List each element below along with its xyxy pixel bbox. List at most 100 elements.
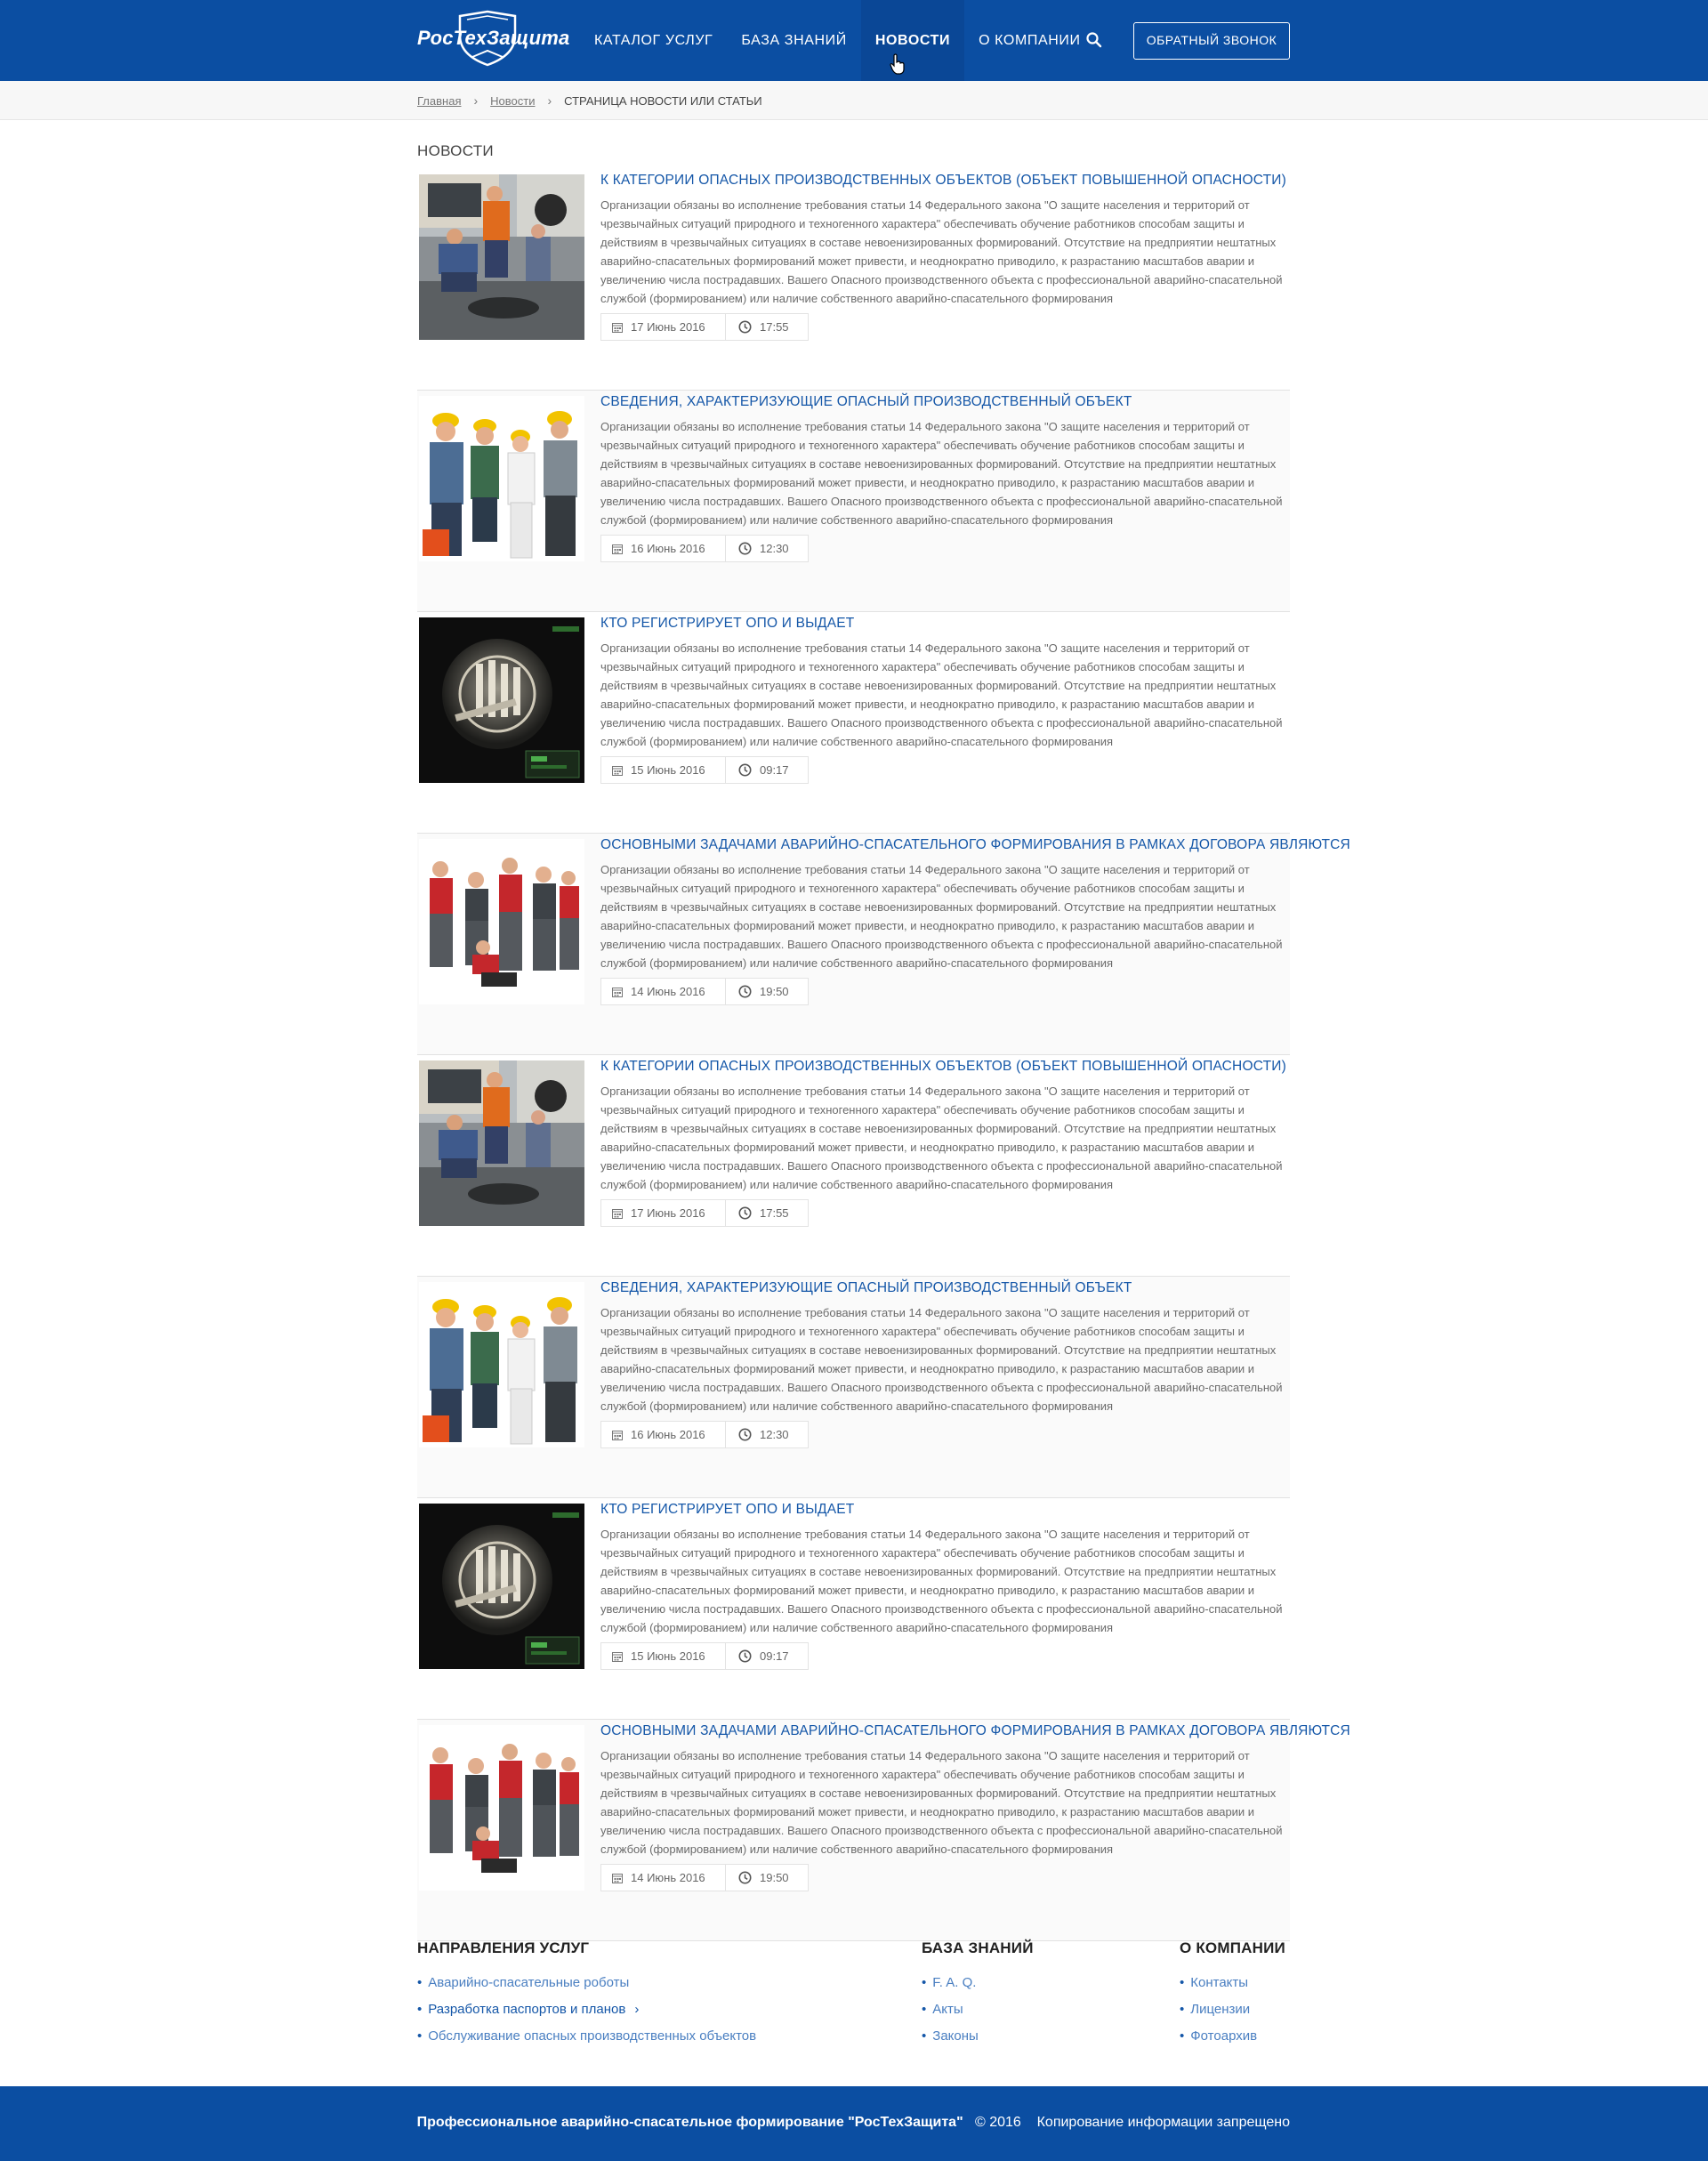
page-title: Новости [417,142,494,159]
calendar-icon [612,322,623,333]
footer-link-label: Аварийно-спасательные роботы [428,1975,630,1990]
news-meta: 16 Июнь 2016 12:30 [600,1421,809,1448]
news-date-box: 15 Июнь 2016 [601,757,726,783]
footer-link-passports[interactable]: • Разработка паспортов и планов › [417,1996,756,2023]
news-thumbnail[interactable] [419,1504,584,1669]
footer-link-licenses[interactable]: • Лицензии [1180,1996,1285,2023]
footer-link-laws[interactable]: • Законы [922,2023,1034,2050]
bullet-icon: • [1180,2002,1185,2017]
chevron-right-icon: › [634,2002,640,2017]
footer-link-faq[interactable]: • F. A. Q. [922,1970,1034,1996]
clock-icon [738,1649,752,1663]
calendar-icon [612,987,623,997]
footer-link-label: Законы [932,2028,979,2044]
clock-icon [738,985,752,998]
news-time-box: 09:17 [726,763,789,777]
news-thumbnail[interactable] [419,174,584,340]
breadcrumb-news[interactable]: Новости [490,94,535,108]
news-meta: 15 Июнь 2016 09:17 [600,756,809,784]
news-time-box: 09:17 [726,1649,789,1663]
footer-link-label: Контакты [1190,1975,1249,1990]
news-excerpt: Организации обязаны во исполнение требов… [600,1749,1283,1856]
news-meta: 15 Июнь 2016 09:17 [600,1642,809,1670]
footer-links: Направления услуг • Аварийно-спасательные… [417,1939,1290,2064]
callback-button[interactable]: Обратный звонок [1133,22,1290,60]
footer-link-rescue-robots[interactable]: • Аварийно-спасательные роботы [417,1970,756,1996]
nav-catalog[interactable]: Каталог услуг [580,0,727,81]
news-item: Основными задачами аварийно-спасательног… [417,834,1350,1055]
news-item: Основными задачами аварийно-спасательног… [417,1720,1350,1941]
news-title[interactable]: Основными задачами аварийно-спасательног… [600,837,1350,853]
news-date-box: 14 Июнь 2016 [601,1865,726,1891]
news-thumbnail[interactable] [419,1725,584,1891]
news-meta: 16 Июнь 2016 12:30 [600,535,809,562]
news-date-box: 16 Июнь 2016 [601,536,726,561]
news-time: 19:50 [760,985,789,998]
clock-icon [738,1428,752,1441]
calendar-icon [612,1651,623,1662]
news-date-box: 17 Июнь 2016 [601,314,726,340]
news-time: 17:55 [760,1206,789,1220]
main-nav: Каталог услуг База знаний Новости О комп… [580,0,1095,81]
news-thumbnail[interactable] [419,1060,584,1226]
news-time-box: 12:30 [726,1428,789,1441]
news-date: 15 Июнь 2016 [631,763,705,777]
news-title[interactable]: Кто регистрирует ОПО и выдает [600,1502,1285,1518]
news-item: Кто регистрирует ОПО и выдает Организаци… [417,612,1290,834]
hand-cursor-icon [890,53,905,75]
nav-about[interactable]: О компании [964,0,1095,81]
news-date-box: 17 Июнь 2016 [601,1200,726,1226]
calendar-icon [612,765,623,776]
news-thumbnail[interactable] [419,839,584,1004]
news-meta: 14 Июнь 2016 19:50 [600,978,809,1005]
news-item: К категории опасных производственных объ… [417,169,1290,391]
footer-link-label: F. A. Q. [932,1975,977,1990]
news-title[interactable]: К категории опасных производственных объ… [600,1059,1286,1075]
news-thumbnail[interactable] [419,617,584,783]
footer-link-photo-archive[interactable]: • Фотоархив [1180,2023,1285,2050]
news-title[interactable]: Кто регистрирует ОПО и выдает [600,616,1285,632]
clock-icon [738,1871,752,1884]
news-excerpt: Организации обязаны во исполнение требов… [600,420,1283,527]
footer-link-maintenance[interactable]: • Обслуживание опасных производственных о… [417,2023,756,2050]
news-thumbnail[interactable] [419,396,584,561]
news-item: Сведения, характеризующие опасный произв… [417,391,1290,612]
clock-icon [738,320,752,334]
news-title[interactable]: Сведения, характеризующие опасный произв… [600,394,1285,410]
news-title[interactable]: Сведения, характеризующие опасный произв… [600,1280,1285,1296]
calendar-icon [612,1873,623,1883]
footer-link-contacts[interactable]: • Контакты [1180,1970,1285,1996]
footer-link-label: Фотоархив [1190,2028,1258,2044]
news-date-box: 16 Июнь 2016 [601,1422,726,1447]
copyright: Профессиональное аварийно-спасательное ф… [417,2115,1290,2131]
footer-company: О компании • Контакты • Лицензии • Фотоархи… [1180,1939,1285,2050]
breadcrumb-bar: Главная › Новости › Страница новости или… [0,81,1708,120]
news-date-box: 15 Июнь 2016 [601,1643,726,1669]
news-excerpt: Организации обязаны во исполнение требов… [600,198,1283,305]
nav-news[interactable]: Новости [860,0,965,81]
news-thumbnail[interactable] [419,1282,584,1447]
footer-link-label: Разработка паспортов и планов [428,2002,626,2017]
breadcrumb: Главная › Новости › Страница новости или… [417,93,762,108]
search-icon[interactable] [1084,30,1104,50]
news-title[interactable]: Основными задачами аварийно-спасательног… [600,1723,1350,1739]
chevron-right-icon: › [547,93,552,108]
bullet-icon: • [417,2028,423,2044]
news-date-box: 14 Июнь 2016 [601,979,726,1004]
footer-link-acts[interactable]: • Акты [922,1996,1034,2023]
footer-knowledge: База знаний • F. A. Q. • Акты • Законы [922,1939,1034,2050]
calendar-icon [612,1208,623,1219]
bullet-icon: • [417,2002,423,2017]
footer-link-label: Обслуживание опасных производственных об… [428,2028,757,2044]
breadcrumb-home[interactable]: Главная [417,94,461,108]
copyright-note: Копирование информации запрещено [1036,2115,1290,2130]
news-time-box: 17:55 [726,320,789,334]
site-logo[interactable]: РосТехЗащита [417,9,569,68]
news-date: 16 Июнь 2016 [631,542,705,555]
nav-knowledge[interactable]: База знаний [727,0,860,81]
site-header: РосТехЗащита Каталог услуг База знаний Н… [0,0,1708,81]
news-title[interactable]: К категории опасных производственных объ… [600,173,1286,189]
news-item: К категории опасных производственных объ… [417,1055,1290,1277]
copyright-name: Профессиональное аварийно-спасательное ф… [416,2115,963,2130]
news-time-box: 19:50 [726,985,789,998]
